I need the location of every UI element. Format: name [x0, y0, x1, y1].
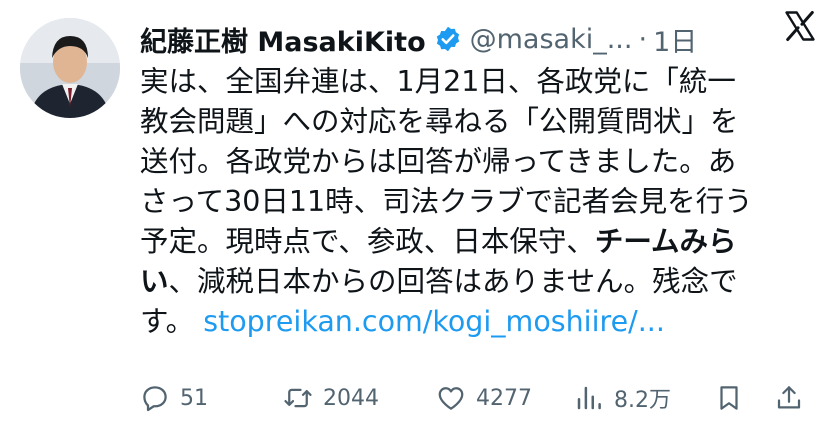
tweet-text-segment: 、減税日本からの回答はありません。残念で [168, 265, 738, 298]
header-separator: · [638, 23, 648, 55]
heart-icon [436, 383, 466, 413]
views-chart-icon [574, 383, 604, 413]
share-icon [774, 383, 804, 413]
author-handle[interactable]: @masaki_... [470, 24, 633, 55]
tweet-text-line: 予定。現時点で、参政、日本保守、チームみら [140, 222, 810, 262]
tweet-text-line: 実は、全国弁連は、1月21日、各政党に「統一 [140, 65, 736, 98]
x-logo-icon [782, 8, 818, 44]
verified-badge-icon [434, 25, 462, 53]
views-count: 8.2万 [614, 388, 671, 413]
retweet-count: 2044 [323, 385, 379, 411]
views-button[interactable]: 8.2万 [574, 382, 714, 414]
share-button[interactable] [774, 383, 804, 413]
tweet-text-line: 送付。各政党からは回答が帰ってきました。あ [140, 145, 737, 178]
bookmark-button[interactable] [714, 383, 774, 413]
retweet-icon [283, 383, 313, 413]
retweet-button[interactable]: 2044 [283, 383, 436, 413]
tweet-text: 実は、全国弁連は、1月21日、各政党に「統一 教会問題」への対応を尋ねる「公開質… [140, 62, 810, 342]
like-button[interactable]: 4277 [436, 383, 574, 413]
like-count: 4277 [476, 385, 532, 411]
tweet-text-bold: い [140, 265, 169, 298]
tweet-text-segment: 予定。現時点で、参政、日本保守、 [140, 225, 595, 258]
tweet-text-bold: チームみら [594, 225, 737, 258]
tweet-header: 紀藤正樹 MasakiKito @masaki_... · 1日 [140, 14, 810, 64]
bookmark-icon [714, 383, 744, 413]
tweet-link[interactable]: stopreikan.com/kogi_moshiire/... [203, 305, 665, 338]
tweet-text-line: い、減税日本からの回答はありません。残念で [140, 262, 810, 302]
reply-icon [140, 383, 170, 413]
action-bar: 51 2044 4277 8.2万 [140, 378, 810, 418]
author-name[interactable]: 紀藤正樹 MasakiKito [140, 20, 426, 59]
avatar[interactable] [20, 18, 120, 118]
tweet-text-line: 教会問題」への対応を尋ねる「公開質問状」を [140, 105, 739, 138]
reply-count: 51 [180, 385, 208, 411]
tweet-text-segment: す。 [140, 305, 195, 338]
tweet-text-line: さって30日11時、司法クラブで記者会見を行う [140, 185, 753, 218]
tweet-text-line: す。 stopreikan.com/kogi_moshiire/... [140, 302, 810, 342]
tweet-timestamp[interactable]: 1日 [653, 20, 697, 59]
reply-button[interactable]: 51 [140, 383, 283, 413]
